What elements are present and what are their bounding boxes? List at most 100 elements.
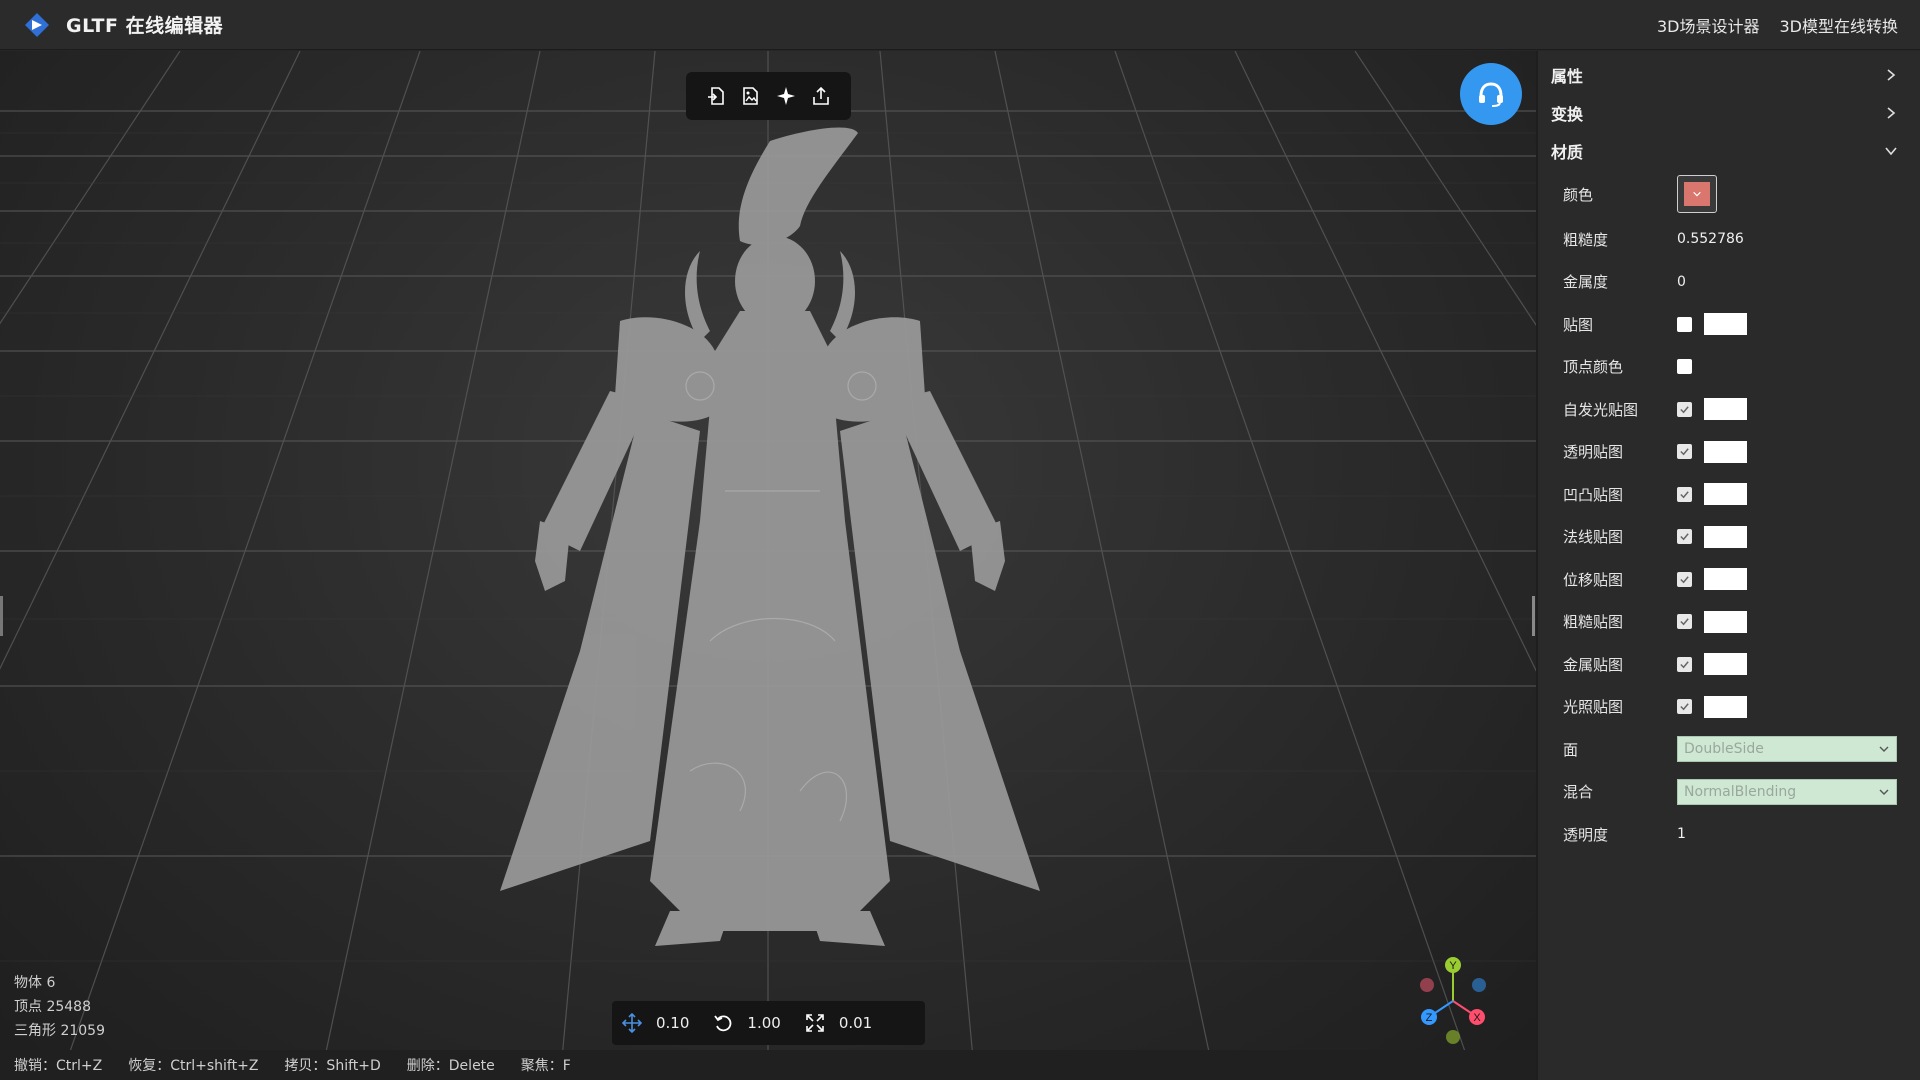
translate-step-value: 0.10 <box>656 1014 690 1032</box>
translate-step[interactable]: 0.10 <box>622 1013 689 1033</box>
material-map-label: 法线贴图 <box>1563 528 1624 547</box>
material-map-checkbox[interactable] <box>1677 571 1692 587</box>
move-icon <box>622 1013 642 1033</box>
material-color-row: 颜色 <box>1538 170 1920 218</box>
shortcut-undo: 撤销：Ctrl+Z <box>14 1058 103 1074</box>
material-side-select[interactable]: DoubleSide <box>1677 736 1897 763</box>
image-import-button[interactable] <box>738 83 764 109</box>
left-resize-handle[interactable] <box>0 596 3 636</box>
grid-floor <box>0 51 1536 1080</box>
character-model[interactable] <box>500 127 1040 946</box>
axis-x-label: X <box>1473 1012 1481 1024</box>
section-transform[interactable]: 变换 <box>1538 94 1920 132</box>
shortcut-redo: 恢复：Ctrl+shift+Z <box>128 1058 259 1074</box>
stat-vertices: 顶点 25488 <box>14 999 91 1015</box>
app-header: GLTF 在线编辑器 3D场景设计器 3D模型在线转换 <box>0 0 1920 50</box>
section-properties-title: 属性 <box>1551 67 1584 86</box>
stat-triangles: 三角形 21059 <box>14 1023 105 1039</box>
chevron-right-icon <box>1887 107 1896 119</box>
chevron-down-icon <box>1693 191 1701 197</box>
material-map-checkbox[interactable] <box>1677 359 1692 375</box>
material-map-texture-slot[interactable] <box>1704 440 1747 463</box>
customer-support-button[interactable] <box>1460 63 1522 125</box>
axis-neg-y-icon[interactable] <box>1446 1030 1460 1044</box>
checkmark-icon <box>1680 491 1689 499</box>
material-map-texture-slot[interactable] <box>1704 398 1747 421</box>
chevron-right-icon <box>1887 69 1896 81</box>
material-opacity-label: 透明度 <box>1563 825 1609 844</box>
material-map-label: 金属贴图 <box>1563 655 1624 674</box>
material-side-value: DoubleSide <box>1684 741 1764 758</box>
material-blending-value: NormalBlending <box>1684 783 1797 800</box>
material-map-texture-slot[interactable] <box>1704 313 1747 336</box>
material-map-checkbox[interactable] <box>1677 316 1692 332</box>
checkmark-icon <box>1680 703 1689 711</box>
material-map-texture-slot[interactable] <box>1704 568 1747 591</box>
material-map-checkbox[interactable] <box>1677 529 1692 545</box>
material-map-texture-slot[interactable] <box>1704 483 1747 506</box>
link-3d-scene-designer[interactable]: 3D场景设计器 <box>1657 13 1760 37</box>
material-side-label: 面 <box>1563 740 1579 759</box>
material-metalness-row: 金属度 0 <box>1538 261 1920 304</box>
scale-step-value: 0.01 <box>838 1014 873 1032</box>
axes-gizmo[interactable]: Y X Z <box>1405 953 1501 1049</box>
material-map-row: 法线贴图 <box>1538 516 1920 559</box>
material-map-checkbox[interactable] <box>1677 401 1692 417</box>
right-resize-handle[interactable] <box>1532 596 1535 636</box>
material-roughness-value[interactable]: 0.552786 <box>1677 231 1744 247</box>
material-map-checkbox[interactable] <box>1677 614 1692 630</box>
material-map-label: 贴图 <box>1563 315 1594 334</box>
section-properties[interactable]: 属性 <box>1538 56 1920 94</box>
material-map-row: 自发光贴图 <box>1538 388 1920 431</box>
material-opacity-value[interactable]: 1 <box>1677 826 1686 842</box>
light-button[interactable] <box>773 83 799 109</box>
import-button[interactable] <box>703 83 729 109</box>
link-3d-model-converter[interactable]: 3D模型在线转换 <box>1779 13 1898 37</box>
material-map-texture-slot[interactable] <box>1704 525 1747 548</box>
material-map-texture-slot[interactable] <box>1704 695 1747 718</box>
transform-step-toolbar: 0.10 1.00 0.01 <box>612 1001 925 1045</box>
material-map-texture-slot[interactable] <box>1704 653 1747 676</box>
material-metalness-value[interactable]: 0 <box>1677 274 1686 290</box>
section-material[interactable]: 材质 <box>1538 132 1920 170</box>
material-map-list: 贴图 顶点颜色 自发光贴图 透明贴图 凹凸贴图 法线贴图 位移贴图 粗糙贴图 金属贴图 光照贴图 <box>1538 303 1920 728</box>
shortcut-delete: 删除：Delete <box>406 1058 495 1074</box>
material-color-label: 颜色 <box>1563 185 1594 204</box>
axis-neg-z-icon[interactable] <box>1472 978 1486 992</box>
material-map-row: 贴图 <box>1538 303 1920 346</box>
scene-stats: 物体 6 顶点 25488 三角形 21059 <box>14 971 105 1043</box>
shortcut-focus: 聚焦：F <box>520 1058 571 1074</box>
shortcut-copy: 拷贝：Shift+D <box>284 1058 381 1074</box>
app-title: GLTF 在线编辑器 <box>66 15 224 37</box>
checkmark-icon <box>1680 406 1689 414</box>
file-import-icon <box>707 87 724 105</box>
material-map-label: 自发光贴图 <box>1563 400 1639 419</box>
material-color-picker[interactable] <box>1677 175 1717 213</box>
3d-viewport[interactable]: 物体 6 顶点 25488 三角形 21059 0.10 1.00 0.01 Y… <box>0 51 1536 1080</box>
rotate-step[interactable]: 1.00 <box>713 1013 781 1033</box>
axis-neg-x-icon[interactable] <box>1420 978 1434 992</box>
material-map-row: 凹凸贴图 <box>1538 473 1920 516</box>
material-map-checkbox[interactable] <box>1677 444 1692 460</box>
material-roughness-row: 粗糙度 0.552786 <box>1538 218 1920 261</box>
checkmark-icon <box>1680 618 1689 626</box>
material-map-checkbox[interactable] <box>1677 486 1692 502</box>
material-map-row: 金属贴图 <box>1538 643 1920 686</box>
checkmark-icon <box>1680 661 1689 669</box>
material-opacity-row: 透明度 1 <box>1538 813 1920 856</box>
material-roughness-label: 粗糙度 <box>1563 230 1609 249</box>
rotate-icon <box>714 1015 732 1032</box>
material-map-label: 透明贴图 <box>1563 443 1624 462</box>
shortcut-bar: 撤销：Ctrl+Z 恢复：Ctrl+shift+Z 拷贝：Shift+D 删除：… <box>0 1050 1536 1080</box>
material-map-texture-slot[interactable] <box>1704 610 1747 633</box>
header-links: 3D场景设计器 3D模型在线转换 <box>1657 0 1898 50</box>
chevron-down-icon <box>1879 789 1889 795</box>
material-blending-select[interactable]: NormalBlending <box>1677 778 1897 805</box>
material-side-row: 面 DoubleSide <box>1538 728 1920 771</box>
material-map-checkbox[interactable] <box>1677 656 1692 672</box>
scale-step[interactable]: 0.01 <box>805 1013 872 1033</box>
material-map-row: 透明贴图 <box>1538 431 1920 474</box>
export-button[interactable] <box>808 83 834 109</box>
material-map-checkbox[interactable] <box>1677 699 1692 715</box>
material-map-label: 顶点颜色 <box>1563 358 1624 377</box>
